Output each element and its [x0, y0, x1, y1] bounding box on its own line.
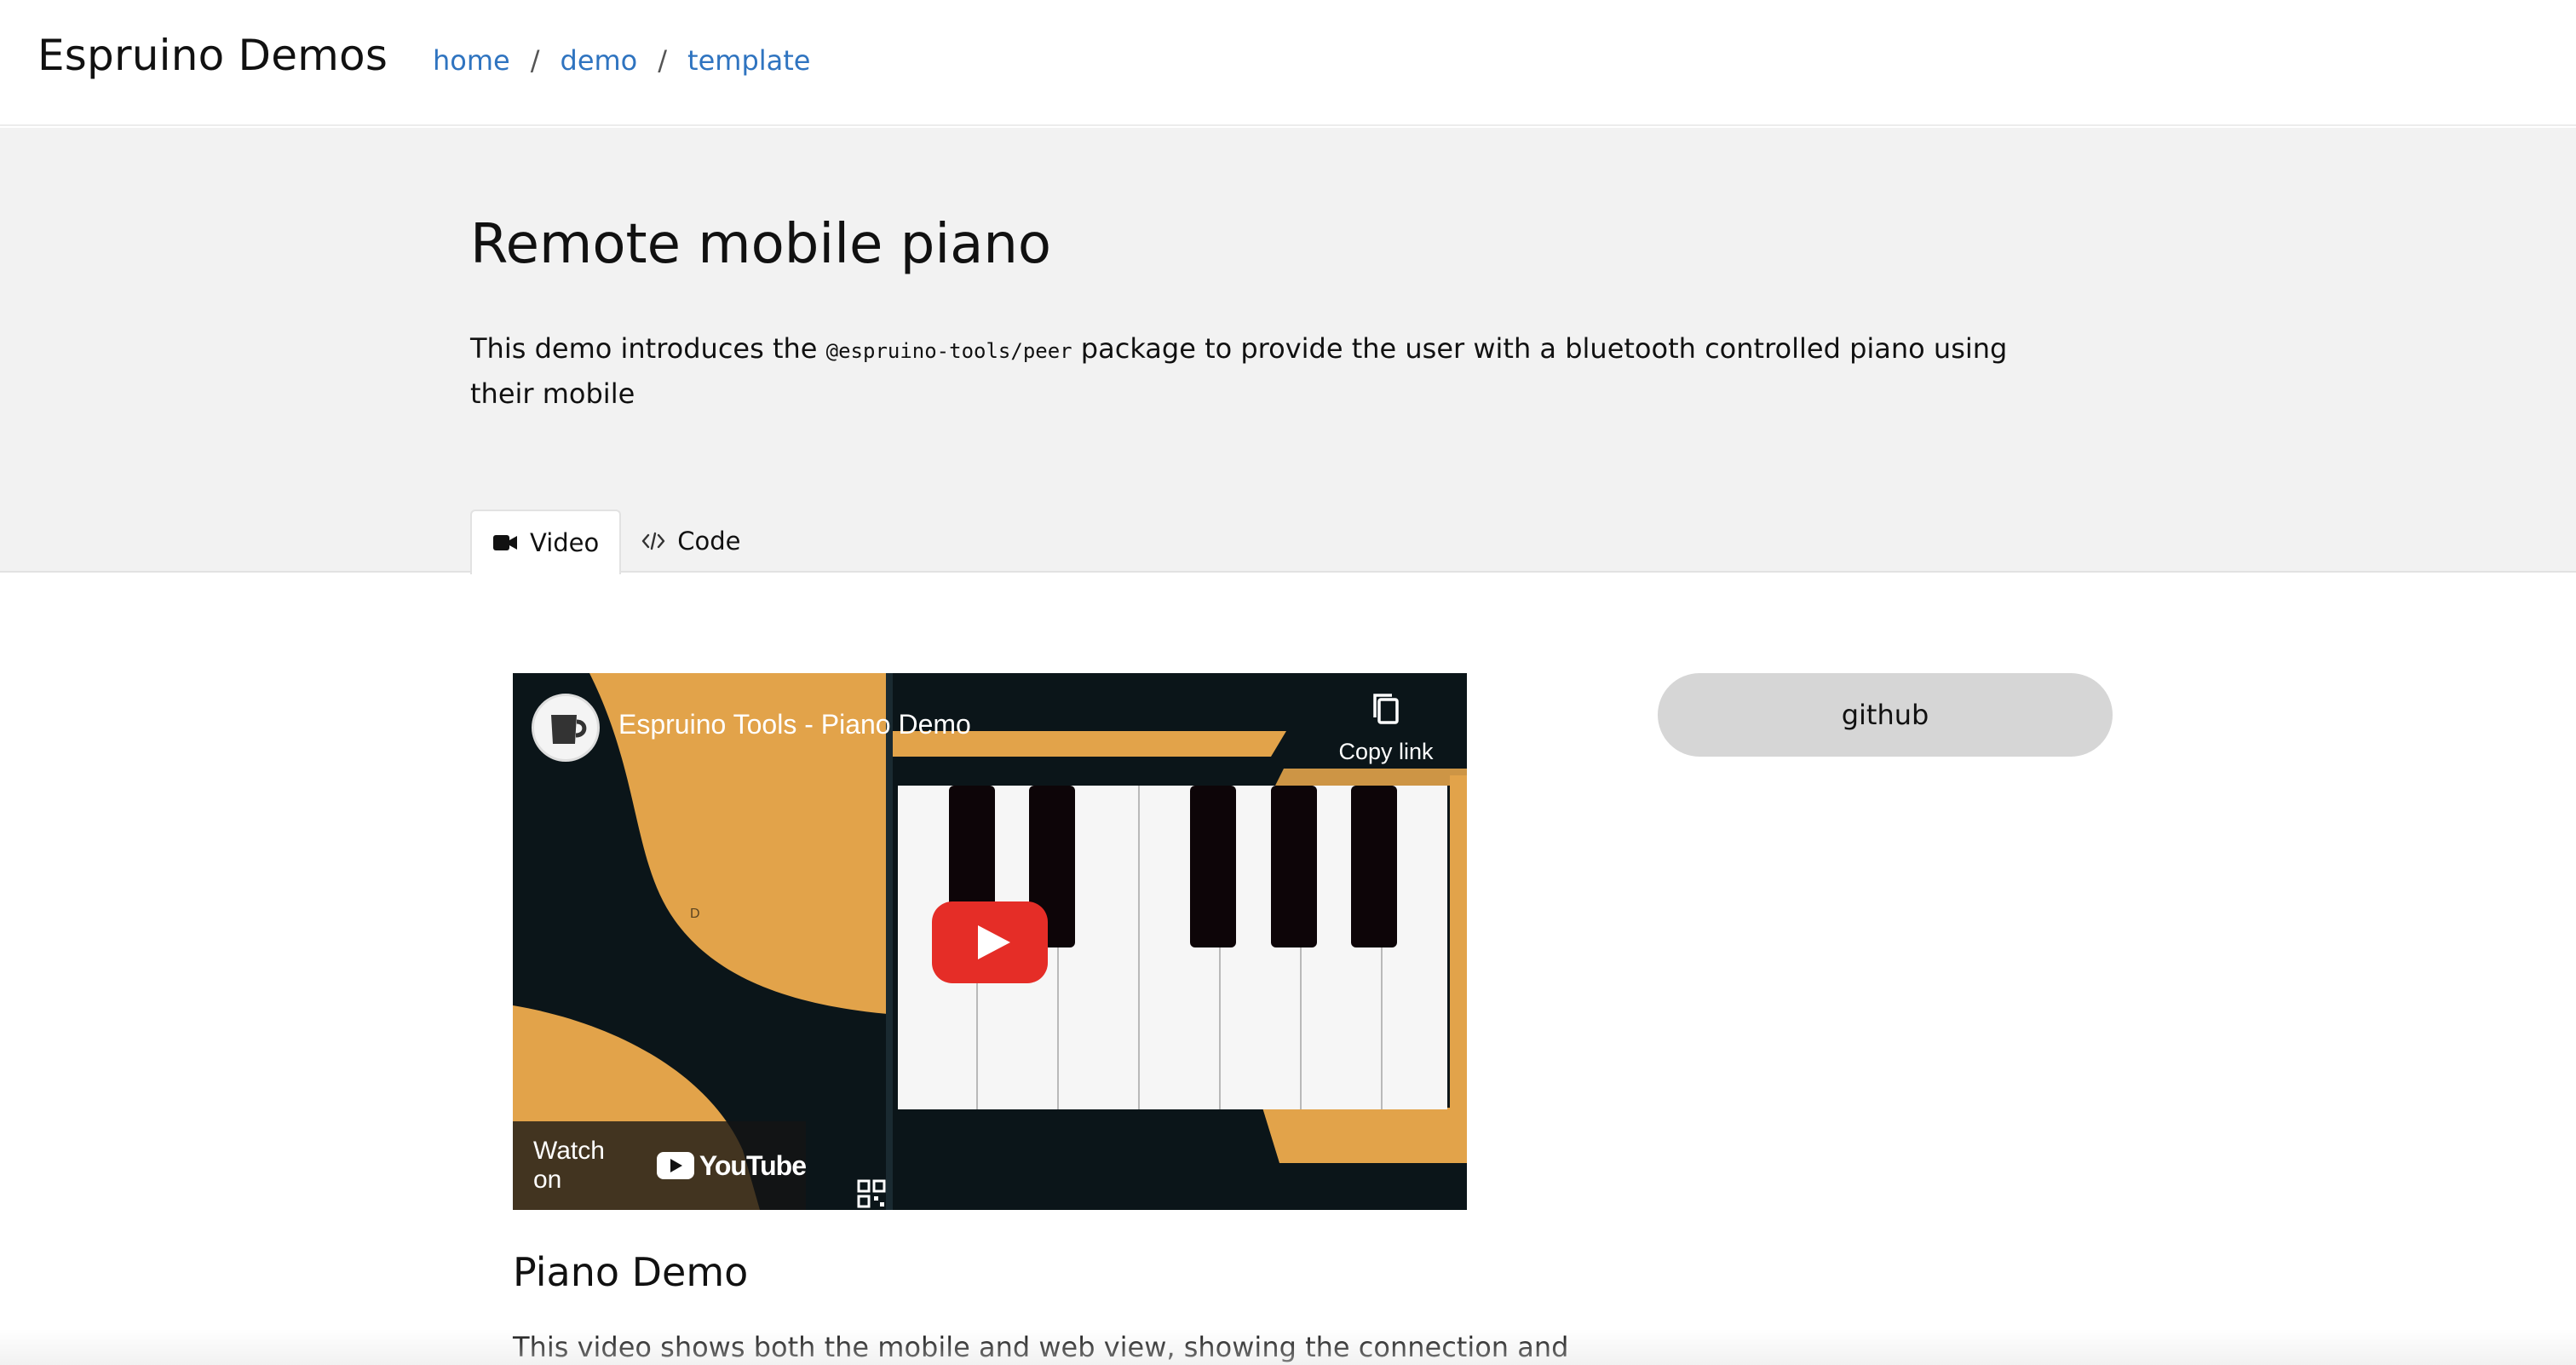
watch-on-youtube-button[interactable]: Watch on YouTube [513, 1121, 807, 1210]
breadcrumb-template-link[interactable]: template [687, 44, 810, 77]
qr-code-icon[interactable] [857, 1179, 886, 1208]
copy-icon [1373, 694, 1399, 724]
channel-avatar[interactable] [532, 694, 600, 762]
video-camera-icon [492, 533, 518, 552]
tab-video[interactable]: Video [470, 510, 622, 574]
tab-code-label: Code [677, 527, 741, 556]
section-description: This video shows both the mobile and web… [513, 1331, 1569, 1363]
play-button[interactable] [932, 901, 1048, 983]
video-overlay-text: D [690, 907, 700, 921]
package-name-code: @espruino-tools/peer [825, 339, 1072, 363]
youtube-label: YouTube [699, 1149, 807, 1181]
breadcrumb-separator: / [530, 44, 540, 77]
breadcrumb: home / demo / template [433, 44, 810, 77]
github-button[interactable]: github [1658, 673, 2113, 757]
copy-link-button[interactable]: Copy link [1322, 692, 1450, 765]
section-title: Piano Demo [513, 1249, 749, 1295]
video-title[interactable]: Espruino Tools - Piano Demo [618, 709, 971, 740]
youtube-play-icon [656, 1152, 694, 1179]
tab-bar: Video Code [470, 510, 762, 574]
breadcrumb-separator: / [658, 44, 668, 77]
top-navbar: Espruino Demos home / demo / template [0, 0, 2576, 126]
hero-section: Remote mobile piano This demo introduces… [0, 128, 2576, 574]
code-icon [641, 531, 665, 551]
youtube-video-embed[interactable]: Espruino Tools - Piano Demo Copy link D … [513, 673, 1467, 1210]
youtube-logo: YouTube [656, 1149, 807, 1182]
site-brand[interactable]: Espruino Demos [37, 31, 388, 80]
intro-paragraph: This demo introduces the @espruino-tools… [470, 327, 2072, 415]
breadcrumb-home-link[interactable]: home [433, 44, 510, 77]
mug-icon [551, 715, 587, 744]
breadcrumb-demo-link[interactable]: demo [561, 44, 638, 77]
intro-text-before: This demo introduces the [470, 332, 826, 365]
page-title: Remote mobile piano [470, 213, 1052, 276]
tab-video-label: Video [530, 528, 600, 557]
copy-link-label: Copy link [1338, 739, 1434, 764]
tab-code[interactable]: Code [621, 510, 761, 573]
watch-on-label: Watch on [533, 1137, 605, 1194]
